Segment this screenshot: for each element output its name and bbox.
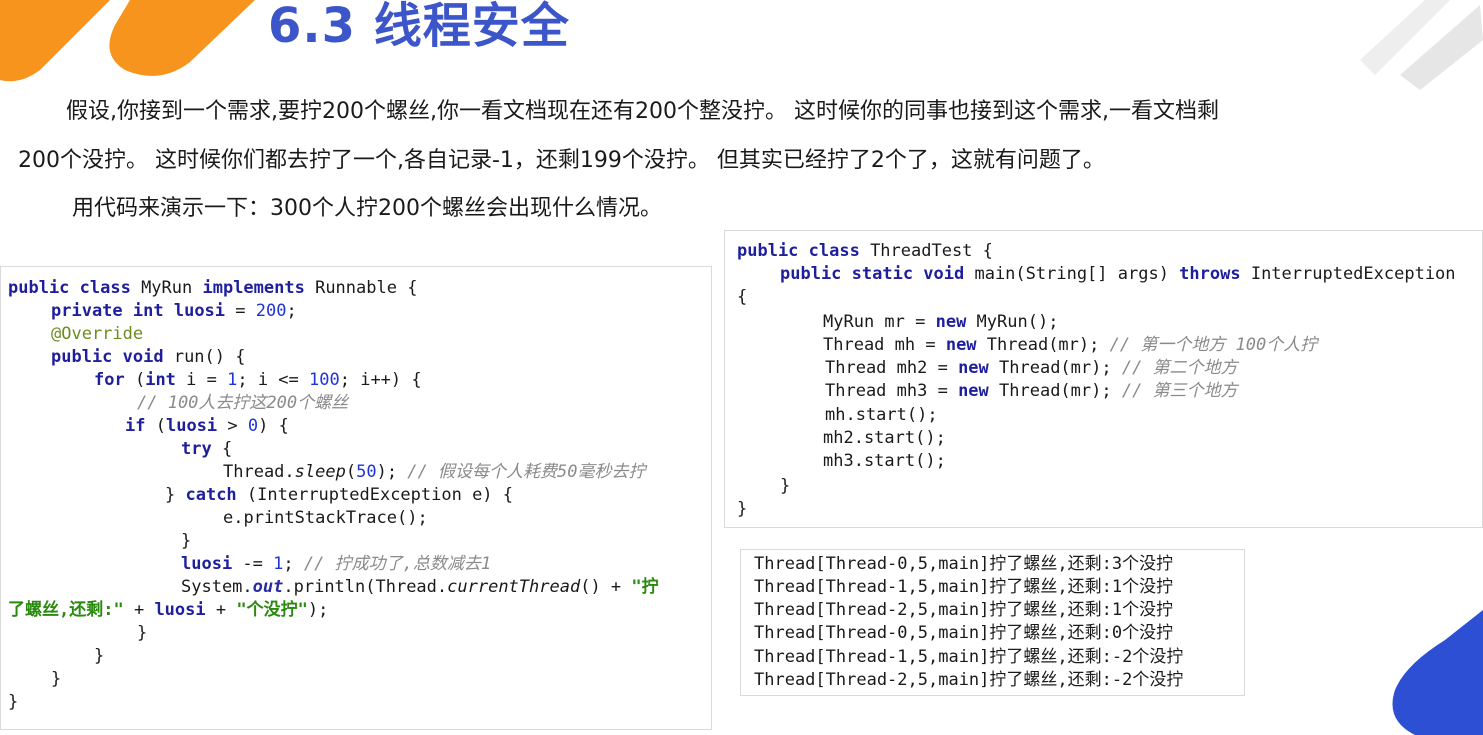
- demo-paragraph: 用代码来演示一下：300个人拧200个螺丝会出现什么情况。: [72, 196, 662, 221]
- code-line: System.out.println(Thread.currentThread(…: [181, 577, 659, 597]
- code-line: mh2.start();: [823, 428, 946, 448]
- grey-corner-decoration: [1360, 0, 1483, 90]
- code-line: }: [181, 531, 192, 551]
- blue-corner-decoration: [1392, 610, 1483, 735]
- intro-paragraph-line-2: 200个没拧。 这时候你们都去拧了一个,各自记录-1，还剩199个没拧。 但其实…: [18, 148, 1105, 173]
- code-line: @Override: [51, 324, 144, 344]
- code-line: try {: [181, 439, 233, 459]
- code-line: }: [8, 692, 19, 712]
- output-line: Thread[Thread-1,5,main]拧了螺丝,还剩:1个没拧: [754, 577, 1174, 597]
- code-line: for (int i = 1; i <= 100; i++) {: [94, 370, 422, 390]
- threadtest-code-block: public class ThreadTest { public static …: [724, 230, 1483, 528]
- code-line: Thread mh3 = new Thread(mr); // 第三个地方: [825, 381, 1238, 401]
- orange-corner-decoration: [0, 0, 255, 82]
- code-line: public class ThreadTest {: [737, 241, 993, 261]
- code-line: {: [737, 287, 748, 307]
- code-line: }: [51, 669, 62, 689]
- output-line: Thread[Thread-2,5,main]拧了螺丝,还剩:1个没拧: [754, 600, 1174, 620]
- code-line: }: [780, 476, 791, 496]
- code-line: if (luosi > 0) {: [125, 416, 289, 436]
- code-line: Thread mh = new Thread(mr); // 第一个地方 100…: [823, 335, 1318, 355]
- code-line: Thread mh2 = new Thread(mr); // 第二个地方: [825, 358, 1238, 378]
- code-line: MyRun mr = new MyRun();: [823, 312, 1059, 332]
- code-line: public class MyRun implements Runnable {: [8, 278, 418, 298]
- output-line: Thread[Thread-2,5,main]拧了螺丝,还剩:-2个没拧: [754, 670, 1184, 690]
- code-line: Thread.sleep(50); // 假设每个人耗费50毫秒去拧: [223, 462, 646, 482]
- code-line: mh.start();: [825, 405, 938, 425]
- code-line: 了螺丝,还剩:" + luosi + "个没拧");: [8, 600, 329, 620]
- code-line: } catch (InterruptedException e) {: [165, 485, 514, 505]
- console-output: Thread[Thread-0,5,main]拧了螺丝,还剩:3个没拧 Thre…: [740, 549, 1245, 696]
- code-line: public void run() {: [51, 347, 246, 367]
- myrun-code-block: public class MyRun implements Runnable {…: [0, 266, 712, 730]
- intro-paragraph-line-1: 假设,你接到一个需求,要拧200个螺丝,你一看文档现在还有200个整没拧。 这时…: [66, 99, 1219, 124]
- code-line: }: [137, 623, 148, 643]
- code-line: private int luosi = 200;: [51, 301, 297, 321]
- code-line: }: [737, 499, 748, 519]
- output-line: Thread[Thread-1,5,main]拧了螺丝,还剩:-2个没拧: [754, 647, 1184, 667]
- code-line: luosi -= 1; // 拧成功了,总数减去1: [181, 554, 492, 574]
- output-line: Thread[Thread-0,5,main]拧了螺丝,还剩:0个没拧: [754, 623, 1174, 643]
- code-line: mh3.start();: [823, 451, 946, 471]
- slide-title: 6.3 线程安全: [268, 0, 570, 54]
- output-line: Thread[Thread-0,5,main]拧了螺丝,还剩:3个没拧: [754, 554, 1174, 574]
- code-comment: // 100人去拧这200个螺丝: [137, 393, 349, 413]
- code-line: public static void main(String[] args) t…: [780, 264, 1456, 284]
- code-line: }: [94, 646, 105, 666]
- code-line: e.printStackTrace();: [223, 508, 428, 528]
